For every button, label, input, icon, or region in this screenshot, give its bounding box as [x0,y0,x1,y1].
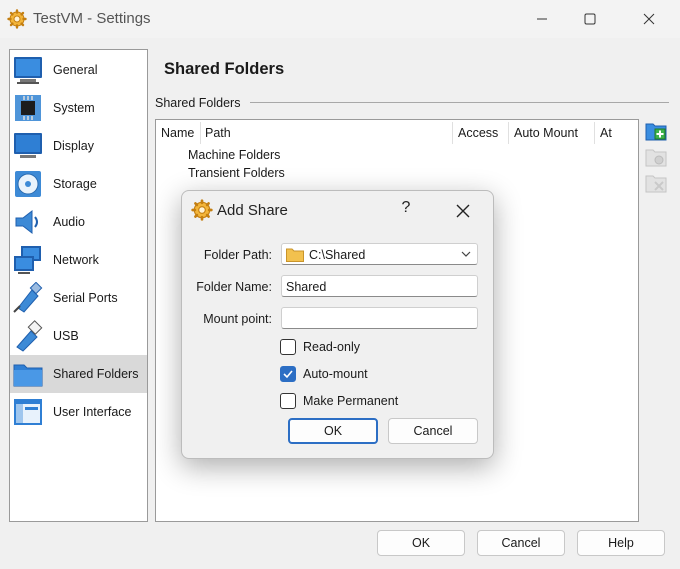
dialog-title: Add Share [217,202,288,219]
add-share-dialog: Add Share ? Folder Path: C:\Shared Folde… [181,190,494,459]
sidebar-item-serial-ports[interactable]: Serial Ports [10,279,147,317]
sidebar-item-general[interactable]: General [10,51,147,89]
column-divider [508,122,509,144]
maximize-icon [584,13,596,25]
folder-path-value: C:\Shared [309,248,366,262]
auto-mount-label: Auto-mount [303,367,368,381]
folder-icon [286,248,304,262]
settings-gear-icon [7,9,27,29]
add-shared-folder-icon[interactable] [645,120,667,142]
dialog-ok-button[interactable]: OK [288,418,378,444]
column-header-auto-mount[interactable]: Auto Mount [514,126,578,140]
sidebar-item-label: General [53,63,98,77]
sidebar-item-label: Network [53,253,99,267]
page-title: Shared Folders [164,60,285,78]
column-header-path[interactable]: Path [205,126,231,140]
group-label: Shared Folders [155,96,241,110]
column-divider [452,122,453,144]
group-divider [250,102,669,103]
folder-name-label: Folder Name: [196,280,272,294]
audio-speaker-icon [15,209,38,235]
column-header-at[interactable]: At [600,126,612,140]
network-icon [14,246,41,274]
ok-button[interactable]: OK [377,530,465,556]
read-only-label: Read-only [303,340,360,354]
sidebar-item-label: User Interface [53,405,132,419]
make-permanent-checkbox[interactable] [280,393,296,409]
sidebar-item-display[interactable]: Display [10,127,147,165]
folder-path-label: Folder Path: [203,248,272,262]
tree-row-machine-folders[interactable]: Machine Folders [188,148,280,162]
close-button[interactable] [626,0,672,38]
folder-name-value: Shared [286,280,327,294]
title-bar: TestVM - Settings [0,0,680,38]
maximize-button[interactable] [567,0,613,38]
sidebar-item-storage[interactable]: Storage [10,165,147,203]
settings-gear-icon [191,199,213,221]
display-monitor-icon [14,133,42,158]
user-interface-icon [14,399,42,425]
sidebar-item-label: Display [53,139,94,153]
sidebar-item-label: Audio [53,215,85,229]
folder-path-combobox[interactable]: C:\Shared [281,243,478,265]
sidebar-item-label: Shared Folders [53,367,139,381]
checkmark-icon [283,370,293,379]
mount-point-field[interactable] [281,307,478,329]
sidebar-item-shared-folders[interactable]: Shared Folders [10,355,147,393]
make-permanent-label: Make Permanent [303,394,399,408]
usb-icon [16,320,43,352]
serial-ports-icon [13,282,43,313]
settings-sidebar: General System Display Storage Audio Net… [9,49,148,522]
close-icon [643,13,655,25]
sidebar-item-network[interactable]: Network [10,241,147,279]
sidebar-item-usb[interactable]: USB [10,317,147,355]
auto-mount-checkbox[interactable] [280,366,296,382]
cancel-button[interactable]: Cancel [477,530,565,556]
sidebar-item-label: System [53,101,95,115]
mount-point-label: Mount point: [203,312,272,326]
folder-name-field[interactable]: Shared [281,275,478,297]
general-icon [14,57,42,84]
column-header-access[interactable]: Access [458,126,498,140]
column-divider [200,122,201,144]
sidebar-item-label: USB [53,329,79,343]
minimize-icon [537,18,547,20]
storage-disc-icon [15,171,41,197]
column-header-name[interactable]: Name [161,126,194,140]
read-only-checkbox[interactable] [280,339,296,355]
dialog-close-icon[interactable] [452,200,474,222]
help-button[interactable]: Help [577,530,665,556]
minimize-button[interactable] [519,0,565,38]
sidebar-item-label: Storage [53,177,97,191]
tree-row-transient-folders[interactable]: Transient Folders [188,166,285,180]
dialog-cancel-button[interactable]: Cancel [388,418,478,444]
column-divider [594,122,595,144]
sidebar-item-label: Serial Ports [53,291,118,305]
sidebar-item-system[interactable]: System [10,89,147,127]
sidebar-item-user-interface[interactable]: User Interface [10,393,147,431]
edit-shared-folder-icon[interactable] [645,146,667,168]
shared-folder-icon [13,364,43,387]
sidebar-item-audio[interactable]: Audio [10,203,147,241]
chevron-down-icon [461,251,471,257]
window-title: TestVM - Settings [33,10,151,27]
remove-shared-folder-icon[interactable] [645,172,667,194]
dialog-help-button[interactable]: ? [396,199,416,217]
system-chip-icon [15,95,41,121]
